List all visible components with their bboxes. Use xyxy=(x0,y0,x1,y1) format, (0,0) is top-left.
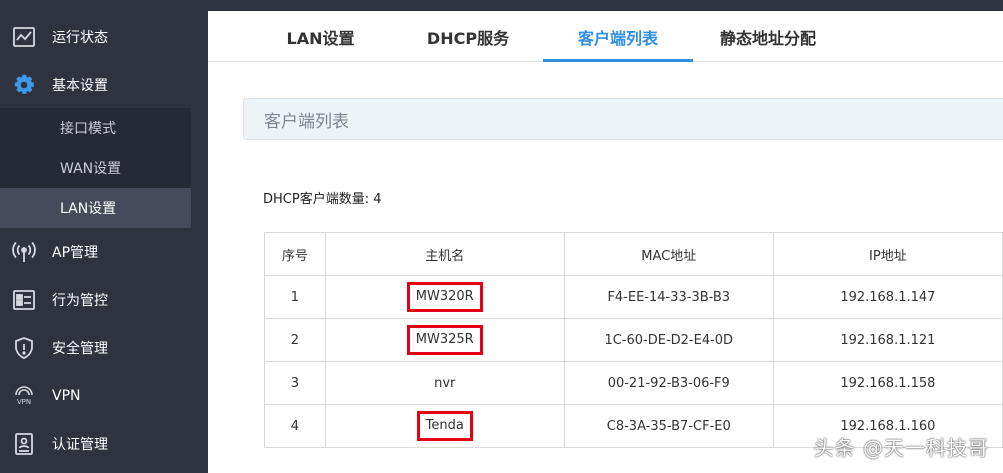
sidebar-item-status[interactable]: 运行状态 xyxy=(0,13,208,61)
highlight-box: Tenda xyxy=(416,411,473,441)
cell-ip: 192.168.1.147 xyxy=(772,275,1003,319)
shield-icon xyxy=(12,336,36,360)
highlight-box: MW325R xyxy=(406,325,483,355)
tab-bar: LAN设置 DHCP服务 客户端列表 静态地址分配 xyxy=(208,11,1003,62)
cell-mac: F4-EE-14-33-3B-B3 xyxy=(563,275,774,319)
sidebar-subitem-interface-mode[interactable]: 接口模式 xyxy=(0,108,191,148)
cell-ip: 192.168.1.158 xyxy=(772,361,1003,405)
sidebar-item-auth[interactable]: 认证管理 xyxy=(0,420,208,468)
cell-index: 2 xyxy=(264,318,326,362)
column-header-mac: MAC地址 xyxy=(563,232,774,276)
sidebar-item-label: AP管理 xyxy=(52,245,99,261)
cell-hostname: MW320R xyxy=(324,275,565,319)
watermark: 头条 @天一科技哥 xyxy=(813,436,989,460)
main-content: 客户端列表 DHCP客户端数量: 4 序号 主机名 MAC地址 IP地址 1 M… xyxy=(208,62,1003,473)
tab-label: DHCP服务 xyxy=(426,28,510,48)
monitor-icon xyxy=(12,288,36,312)
sidebar-item-label: VPN xyxy=(52,388,81,404)
cell-hostname: Tenda xyxy=(324,404,565,448)
column-header-hostname: 主机名 xyxy=(324,232,565,276)
tab-label: 客户端列表 xyxy=(577,28,658,48)
sidebar-scrollbar-track xyxy=(191,108,208,473)
tab-label: LAN设置 xyxy=(286,28,355,48)
column-header-ip: IP地址 xyxy=(772,232,1003,276)
cell-index: 4 xyxy=(264,404,326,448)
sidebar-item-vpn[interactable]: VPN VPN xyxy=(0,372,208,420)
sidebar-item-label: 运行状态 xyxy=(52,30,108,46)
tab-dhcp-service[interactable]: DHCP服务 xyxy=(413,11,523,62)
sidebar-subitem-wan[interactable]: WAN设置 xyxy=(0,148,191,188)
sidebar-item-label: 行为管控 xyxy=(52,293,108,309)
cell-hostname: nvr xyxy=(324,361,565,405)
sidebar-subitem-label: LAN设置 xyxy=(60,201,117,217)
sidebar-subitem-label: 接口模式 xyxy=(60,121,116,137)
cell-hostname: MW325R xyxy=(324,318,565,362)
sidebar-item-label: 安全管理 xyxy=(52,341,108,357)
client-table: 序号 主机名 MAC地址 IP地址 1 MW320R F4-EE-14-33-3… xyxy=(264,232,1003,448)
sidebar-subitem-label: WAN设置 xyxy=(60,161,122,177)
sidebar-item-basic-settings[interactable]: 基本设置 xyxy=(0,61,208,108)
gear-icon xyxy=(12,73,36,97)
tab-lan-settings[interactable]: LAN设置 xyxy=(273,11,368,62)
cell-mac: C8-3A-35-B7-CF-E0 xyxy=(563,404,774,448)
vpn-icon: VPN xyxy=(12,384,36,408)
antenna-icon xyxy=(12,240,36,264)
table-row: 1 MW320R F4-EE-14-33-3B-B3 192.168.1.147 xyxy=(264,275,1003,319)
cell-index: 3 xyxy=(264,361,326,405)
sidebar-item-label: 认证管理 xyxy=(52,437,108,453)
sidebar-item-ap[interactable]: AP管理 xyxy=(0,228,208,276)
table-row: 3 nvr 00-21-92-B3-06-F9 192.168.1.158 xyxy=(264,361,1003,405)
tab-static-address[interactable]: 静态地址分配 xyxy=(708,11,828,62)
sidebar-item-security[interactable]: 安全管理 xyxy=(0,324,208,372)
id-card-icon xyxy=(12,432,36,456)
column-header-index: 序号 xyxy=(264,232,326,276)
cell-mac: 1C-60-DE-D2-E4-0D xyxy=(563,318,774,362)
client-count: DHCP客户端数量: 4 xyxy=(263,192,382,207)
cell-ip: 192.168.1.121 xyxy=(772,318,1003,362)
table-header-row: 序号 主机名 MAC地址 IP地址 xyxy=(264,232,1003,276)
sidebar-item-label: 基本设置 xyxy=(52,77,108,94)
chart-icon xyxy=(12,25,36,49)
sidebar-item-behavior[interactable]: 行为管控 xyxy=(0,276,208,324)
sidebar: 运行状态 基本设置 接口模式 WAN设置 LAN设置 AP管理 行为管控 安全管… xyxy=(0,0,208,473)
sidebar-subitem-lan[interactable]: LAN设置 xyxy=(0,188,191,228)
top-bar xyxy=(208,0,1003,11)
tab-client-list[interactable]: 客户端列表 xyxy=(543,11,693,62)
cell-mac: 00-21-92-B3-06-F9 xyxy=(563,361,774,405)
highlight-box: MW320R xyxy=(406,282,483,312)
cell-index: 1 xyxy=(264,275,326,319)
panel-title: 客户端列表 xyxy=(243,98,1003,140)
sidebar-submenu: 接口模式 WAN设置 LAN设置 xyxy=(0,108,191,228)
tab-label: 静态地址分配 xyxy=(719,28,816,48)
table-row: 2 MW325R 1C-60-DE-D2-E4-0D 192.168.1.121 xyxy=(264,318,1003,362)
svg-text:VPN: VPN xyxy=(17,398,31,406)
